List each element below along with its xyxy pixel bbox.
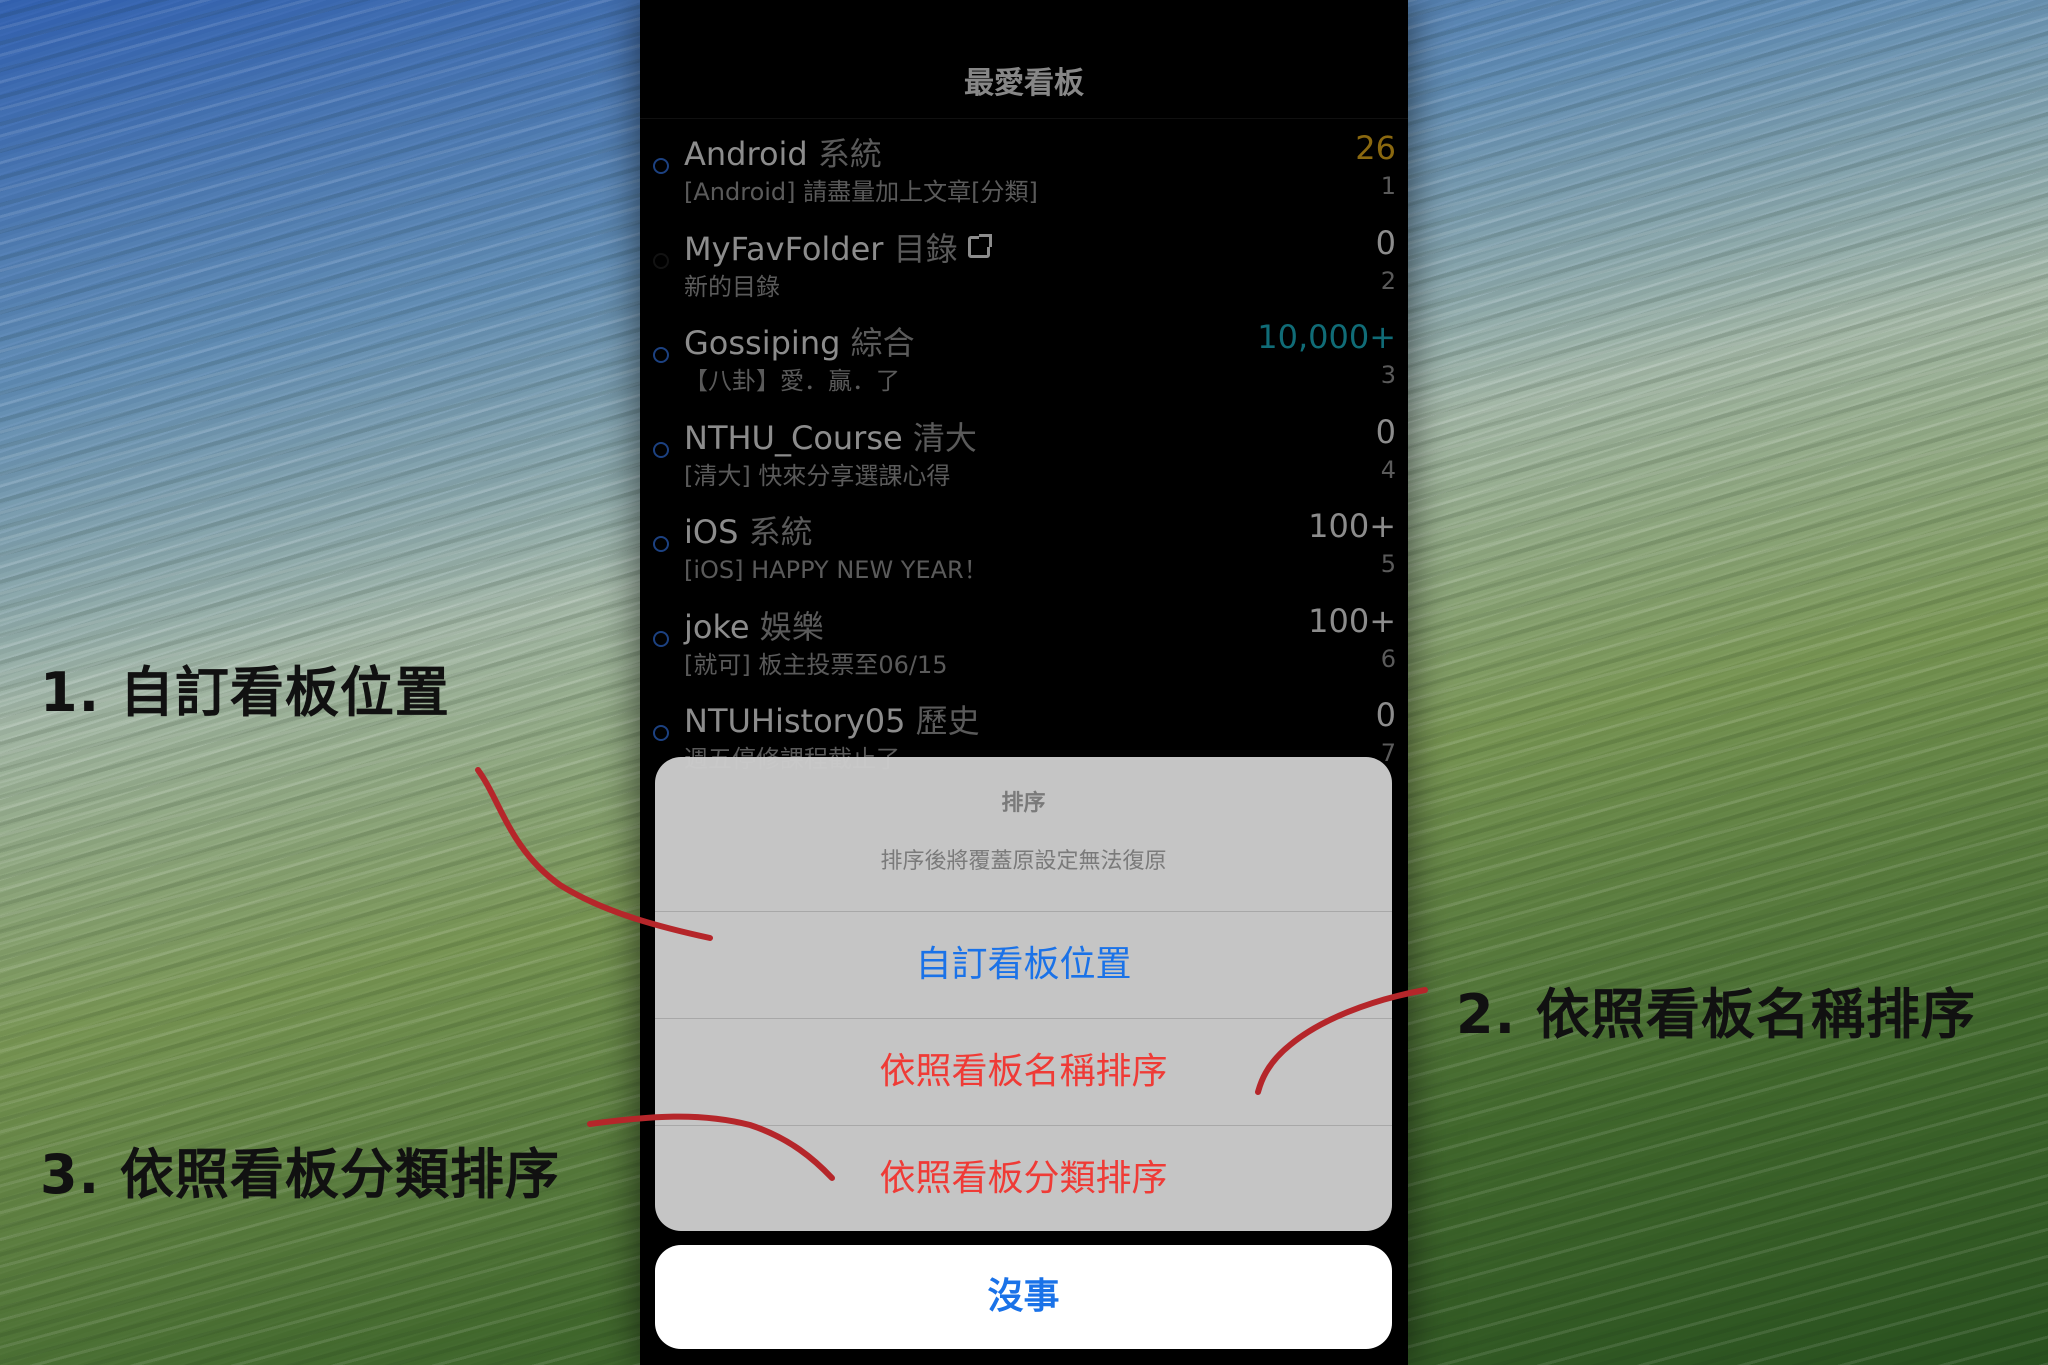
annotation-arrows xyxy=(475,767,1428,1181)
annotation-arrow-3 xyxy=(587,1113,835,1181)
annotation-arrow-2 xyxy=(1255,987,1428,1095)
annotation-arrow-1 xyxy=(475,767,713,941)
